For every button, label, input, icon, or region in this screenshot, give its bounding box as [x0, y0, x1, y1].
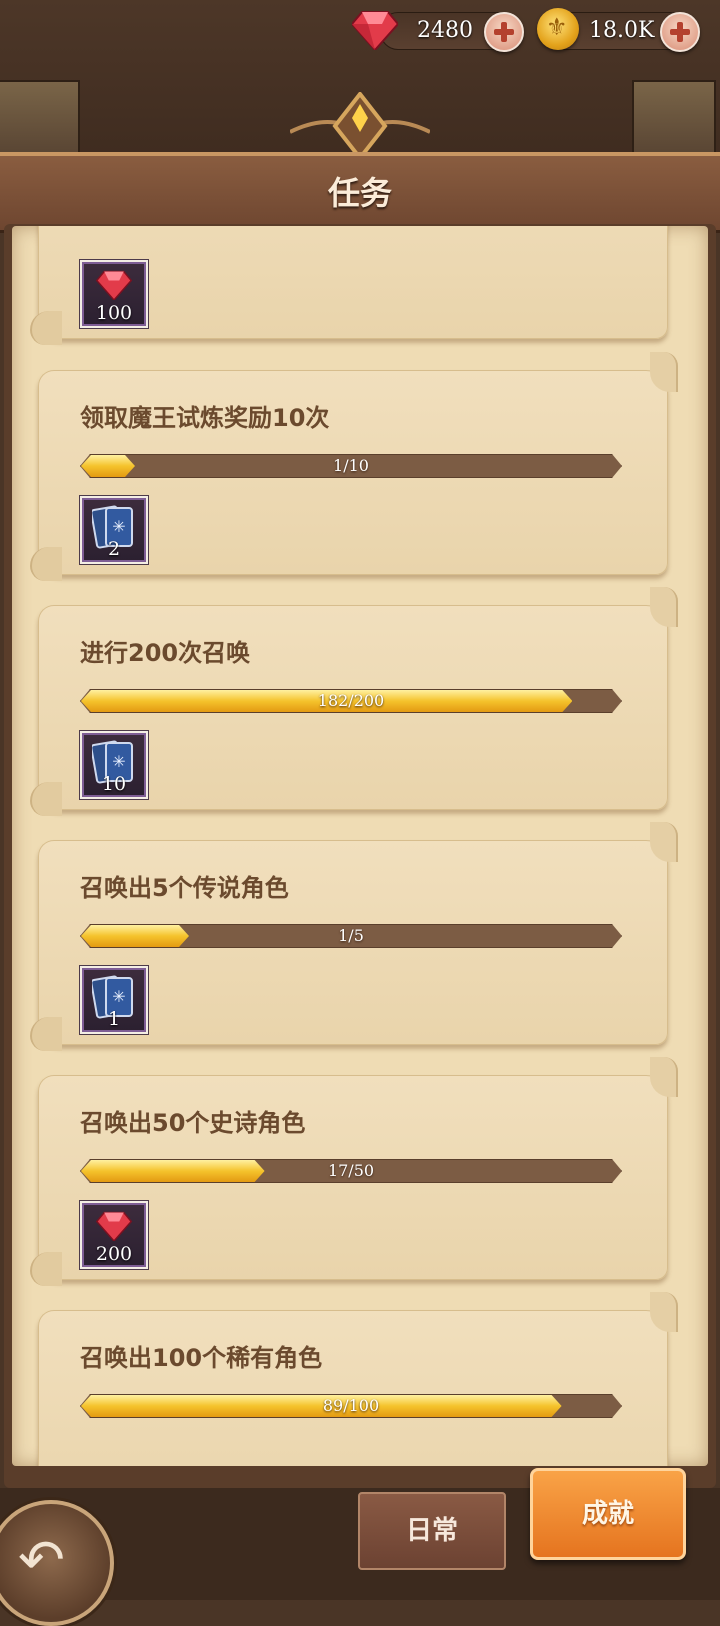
svg-text:✳: ✳ — [112, 517, 125, 536]
reward-count: 200 — [95, 1243, 133, 1265]
scroll-curl — [30, 547, 62, 581]
progress-bar: 1/5 — [80, 924, 622, 948]
add-gold-button[interactable] — [660, 12, 700, 52]
right-ornament — [632, 80, 716, 154]
tab-daily[interactable]: 日常 — [358, 1492, 506, 1570]
page-title: 任务 — [327, 174, 392, 212]
reward-count: 2 — [107, 538, 121, 560]
scroll-curl — [650, 352, 678, 392]
gem-icon — [96, 1211, 132, 1241]
task-card: 100 — [30, 226, 668, 345]
scroll-curl — [30, 311, 62, 345]
task-title: 领取魔王试炼奖励10次 — [80, 404, 330, 432]
task-title: 召唤出50个史诗角色 — [80, 1109, 306, 1137]
gold-amount: 18.0K — [589, 18, 655, 43]
progress-text: 182/200 — [317, 691, 385, 710]
left-ornament — [0, 80, 80, 154]
progress-bar: 17/50 — [80, 1159, 622, 1183]
reward-item[interactable]: ✳ 1 — [80, 966, 148, 1034]
scroll-curl — [30, 782, 62, 816]
svg-text:✳: ✳ — [112, 987, 125, 1006]
gem-icon — [96, 270, 132, 300]
scroll-curl — [30, 1017, 62, 1051]
progress-text: 1/10 — [333, 456, 369, 475]
add-gems-button[interactable] — [484, 12, 524, 52]
svg-text:✳: ✳ — [112, 752, 125, 771]
gem-amount: 2480 — [417, 18, 473, 43]
back-button[interactable]: ↶ — [0, 1500, 114, 1626]
task-title: 进行200次召唤 — [80, 639, 251, 667]
progress-text: 1/5 — [338, 926, 364, 945]
reward-item[interactable]: 200 — [80, 1201, 148, 1269]
tab-achievement[interactable]: 成就 — [530, 1468, 686, 1560]
task-list[interactable]: 100 领取魔王试炼奖励10次 1/10 ✳ 2 进行200次召唤 182/20… — [12, 226, 708, 1466]
progress-bar: 1/10 — [80, 454, 622, 478]
progress-bar: 89/100 — [80, 1394, 622, 1418]
reward-item[interactable]: 100 — [80, 260, 148, 328]
scroll-curl — [650, 587, 678, 627]
task-card: 召唤出100个稀有角色 89/100 — [38, 1292, 678, 1466]
reward-item[interactable]: ✳ 10 — [80, 731, 148, 799]
scroll-curl — [650, 1057, 678, 1097]
gem-icon — [352, 11, 398, 50]
gold-coin-icon — [537, 8, 579, 50]
title-banner: 任务 — [0, 152, 720, 233]
reward-item[interactable]: ✳ 2 — [80, 496, 148, 564]
progress-bar: 182/200 — [80, 689, 622, 713]
task-card: 召唤出50个史诗角色 17/50 200 — [30, 1057, 678, 1286]
reward-count: 1 — [107, 1008, 121, 1030]
task-title: 召唤出100个稀有角色 — [80, 1344, 323, 1372]
task-card: 进行200次召唤 182/200 ✳ 10 — [30, 587, 678, 816]
task-panel: 100 领取魔王试炼奖励10次 1/10 ✳ 2 进行200次召唤 182/20… — [12, 226, 708, 1466]
reward-count: 100 — [95, 302, 133, 324]
back-arrow-icon: ↶ — [18, 1528, 65, 1593]
task-card: 领取魔王试炼奖励10次 1/10 ✳ 2 — [30, 352, 678, 581]
scroll-curl — [650, 822, 678, 862]
progress-text: 17/50 — [327, 1161, 375, 1180]
progress-text: 89/100 — [322, 1396, 380, 1415]
reward-count: 10 — [101, 773, 127, 795]
task-title: 召唤出5个传说角色 — [80, 874, 289, 902]
scroll-curl — [650, 1292, 678, 1332]
scroll-curl — [30, 1252, 62, 1286]
task-card: 召唤出5个传说角色 1/5 ✳ 1 — [30, 822, 678, 1051]
